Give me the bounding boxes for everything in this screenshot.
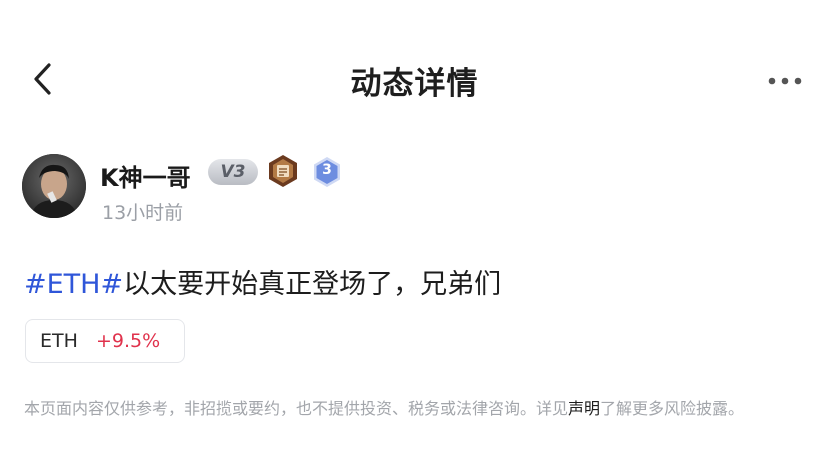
ticker-change: +9.5%: [96, 330, 161, 352]
author-name[interactable]: K神一哥: [100, 158, 191, 193]
avatar[interactable]: [22, 154, 86, 218]
disclaimer-text: 本页面内容仅供参考，非招揽或要约，也不提供投资、税务或法律咨询。详见: [24, 399, 569, 418]
post-body: 以太要开始真正登场了，兄弟们: [123, 269, 502, 300]
ticker-symbol: ETH: [40, 330, 78, 352]
rank-number: 3: [322, 162, 332, 178]
medal-icon: [269, 155, 297, 187]
ticker-chip[interactable]: ETH +9.5%: [25, 319, 185, 363]
disclaimer: 本页面内容仅供参考，非招揽或要约，也不提供投资、税务或法律咨询。详见声明了解更多…: [24, 395, 804, 423]
top-bar: 动态详情: [0, 40, 829, 116]
disclaimer-text-end: 了解更多风险披露。: [600, 399, 745, 418]
more-horizontal-icon[interactable]: [767, 76, 803, 86]
post-text: #ETH#以太要开始真正登场了，兄弟们: [24, 262, 501, 301]
hashtag-link[interactable]: #ETH#: [24, 269, 123, 300]
post-timestamp: 13小时前: [102, 202, 184, 224]
page-title: 动态详情: [350, 66, 479, 102]
disclaimer-link[interactable]: 声明: [568, 399, 600, 418]
level-badge: V3: [208, 159, 258, 185]
rank-badge: 3: [312, 156, 342, 188]
